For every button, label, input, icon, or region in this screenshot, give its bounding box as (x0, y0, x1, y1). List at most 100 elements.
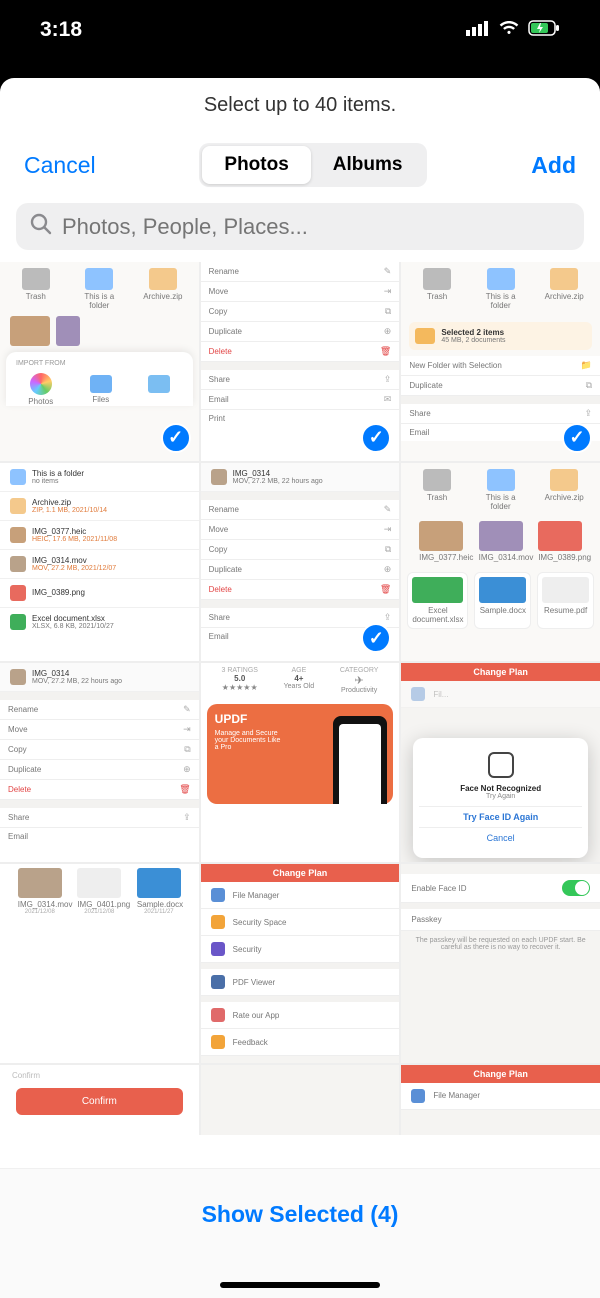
cancel-button[interactable]: Cancel (24, 152, 96, 179)
mini-label: HEIC, 17.6 MB, 2021/11/08 (32, 536, 117, 543)
mini-label: 45 MB, 2 documents (441, 337, 505, 344)
mini-label: 4+ (284, 674, 314, 683)
bottom-bar: Show Selected (4) (0, 1168, 600, 1298)
mini-label: 2021/12/08 (77, 909, 121, 915)
mini-label: Trash (427, 493, 447, 502)
mini-label: 2021/11/27 (137, 909, 181, 915)
photo-thumbnail[interactable] (201, 1065, 400, 1135)
mini-label: This is a folder (32, 469, 84, 478)
mini-label: 2021/12/08 (18, 909, 62, 915)
mini-label: Email (209, 632, 229, 641)
photo-thumbnail[interactable]: Change Plan Fil... Face Not Recognized T… (401, 663, 600, 862)
mini-label: Move (209, 525, 229, 534)
mini-label: IMG_0314 (233, 469, 323, 478)
photo-thumbnail[interactable]: Trash This is a folder Archive.zip IMG_0… (401, 463, 600, 662)
photo-thumbnail[interactable]: Change Plan File Manager (401, 1065, 600, 1135)
home-indicator (220, 1282, 380, 1288)
search-icon (30, 213, 52, 240)
cellular-icon (466, 18, 490, 42)
photo-thumbnail[interactable]: Trash This is a folder Archive.zip Selec… (401, 262, 600, 461)
photo-thumbnail[interactable]: IMG_0314.mov2021/12/08 IMG_0401.png2021/… (0, 864, 199, 1063)
mini-label: Duplicate (8, 765, 41, 774)
mini-label: Resume.pdf (544, 606, 587, 615)
mini-label: IMG_0377.heic (32, 527, 117, 536)
mini-label: Copy (209, 545, 228, 554)
selected-check-icon: ✓ (562, 423, 592, 453)
show-selected-button[interactable]: Show Selected (4) (202, 1201, 399, 1228)
mini-label: IMG_0389.png (538, 553, 591, 562)
mini-label: Security Space (233, 918, 287, 927)
mini-label: IMG_0314.mov (479, 553, 534, 562)
mini-label: File Manager (233, 891, 280, 900)
mini-label: ZIP, 1.1 MB, 2021/10/14 (32, 507, 107, 514)
mini-label: IMG_0389.png (32, 588, 85, 597)
mini-label: MOV, 27.2 MB, 2021/12/07 (32, 565, 116, 572)
mini-label: PDF Viewer (233, 978, 276, 987)
mini-label: Photos (28, 397, 53, 406)
mini-label: Delete (209, 585, 232, 594)
mini-label: MOV, 27.2 MB, 22 hours ago (233, 478, 323, 485)
mini-label: Change Plan (201, 864, 400, 882)
mini-label: IMPORT FROM (10, 358, 189, 369)
library-segmented-control: Photos Albums (199, 143, 427, 187)
mini-label: Cancel (419, 827, 582, 848)
mini-label: Trash (26, 292, 46, 301)
mini-label: Excel document.xlsx (412, 606, 463, 624)
search-field[interactable] (16, 203, 584, 250)
status-time: 3:18 (40, 18, 82, 42)
status-indicators (466, 18, 560, 42)
photo-thumbnail[interactable]: IMG_0314MOV, 27.2 MB, 22 hours ago Renam… (0, 663, 199, 862)
mini-label: Archive.zip (143, 292, 182, 301)
mini-label: Share (409, 409, 430, 418)
photo-thumbnail[interactable]: Enable Face ID Passkey The passkey will … (401, 864, 600, 1063)
mini-label: Confirm (0, 1065, 199, 1080)
tab-albums[interactable]: Albums (311, 146, 425, 184)
mini-label: Email (8, 832, 28, 841)
mini-label: Delete (209, 347, 232, 356)
mini-label: Manage and Secure your Documents Like a … (215, 730, 285, 751)
selected-check-icon: ✓ (361, 423, 391, 453)
mini-label: Delete (8, 785, 31, 794)
tab-photos[interactable]: Photos (202, 146, 310, 184)
photo-thumbnail[interactable]: Change Plan File Manager Security Space … (201, 864, 400, 1063)
mini-label: Files (92, 395, 109, 404)
photo-thumbnail[interactable]: IMG_0314MOV, 27.2 MB, 22 hours ago Renam… (201, 463, 400, 662)
mini-label: Move (8, 725, 28, 734)
mini-label: IMG_0314.mov (18, 900, 73, 909)
photo-thumbnail[interactable]: Confirm Confirm (0, 1065, 199, 1135)
mini-label: AGE (284, 667, 314, 674)
add-button[interactable]: Add (531, 152, 576, 179)
mini-label: no items (32, 478, 84, 485)
mini-label: Duplicate (209, 565, 242, 574)
mini-label: Sample.docx (480, 606, 526, 615)
photo-thumbnail[interactable]: 3 RATINGS5.0★★★★★ AGE4+Years Old CATEGOR… (201, 663, 400, 862)
photo-thumbnail[interactable]: Trash This is a folder Archive.zip IMPOR… (0, 262, 199, 461)
mini-label: Rename (8, 705, 38, 714)
photo-picker-sheet: Select up to 40 items. Cancel Photos Alb… (0, 78, 600, 1298)
mini-label: Selected 2 items (441, 328, 505, 337)
mini-label: Security (233, 945, 262, 954)
mini-label: Share (209, 613, 230, 622)
mini-label: Share (8, 813, 29, 822)
mini-label: Email (409, 428, 429, 437)
photo-thumbnail[interactable]: This is a folderno items Archive.zipZIP,… (0, 463, 199, 662)
mini-label: Archive.zip (32, 498, 107, 507)
mini-label: Years Old (284, 683, 314, 690)
mini-label: Passkey (411, 915, 441, 924)
photo-thumbnail[interactable]: Rename✎ Move⇥ Copy⧉ Duplicate⊕ Delete🗑 S… (201, 262, 400, 461)
mini-label: 5.0 (222, 674, 258, 683)
mini-label: 3 RATINGS (222, 667, 258, 674)
mini-label: Confirm (16, 1088, 183, 1115)
mini-label: XLSX, 6.8 KB, 2021/10/27 (32, 623, 114, 630)
photo-grid: Trash This is a folder Archive.zip IMPOR… (0, 262, 600, 1135)
mini-label: IMG_0314.mov (32, 556, 116, 565)
mini-label: Trash (427, 292, 447, 301)
mini-label: Share (209, 375, 230, 384)
mini-label: CATEGORY (340, 667, 379, 674)
mini-label: Excel document.xlsx (32, 614, 114, 623)
sheet-title: Select up to 40 items. (20, 94, 580, 117)
mini-label: Try Again (419, 793, 582, 800)
search-input[interactable] (62, 214, 570, 240)
mini-label: Copy (8, 745, 27, 754)
mini-label: IMG_0401.png (77, 900, 130, 909)
